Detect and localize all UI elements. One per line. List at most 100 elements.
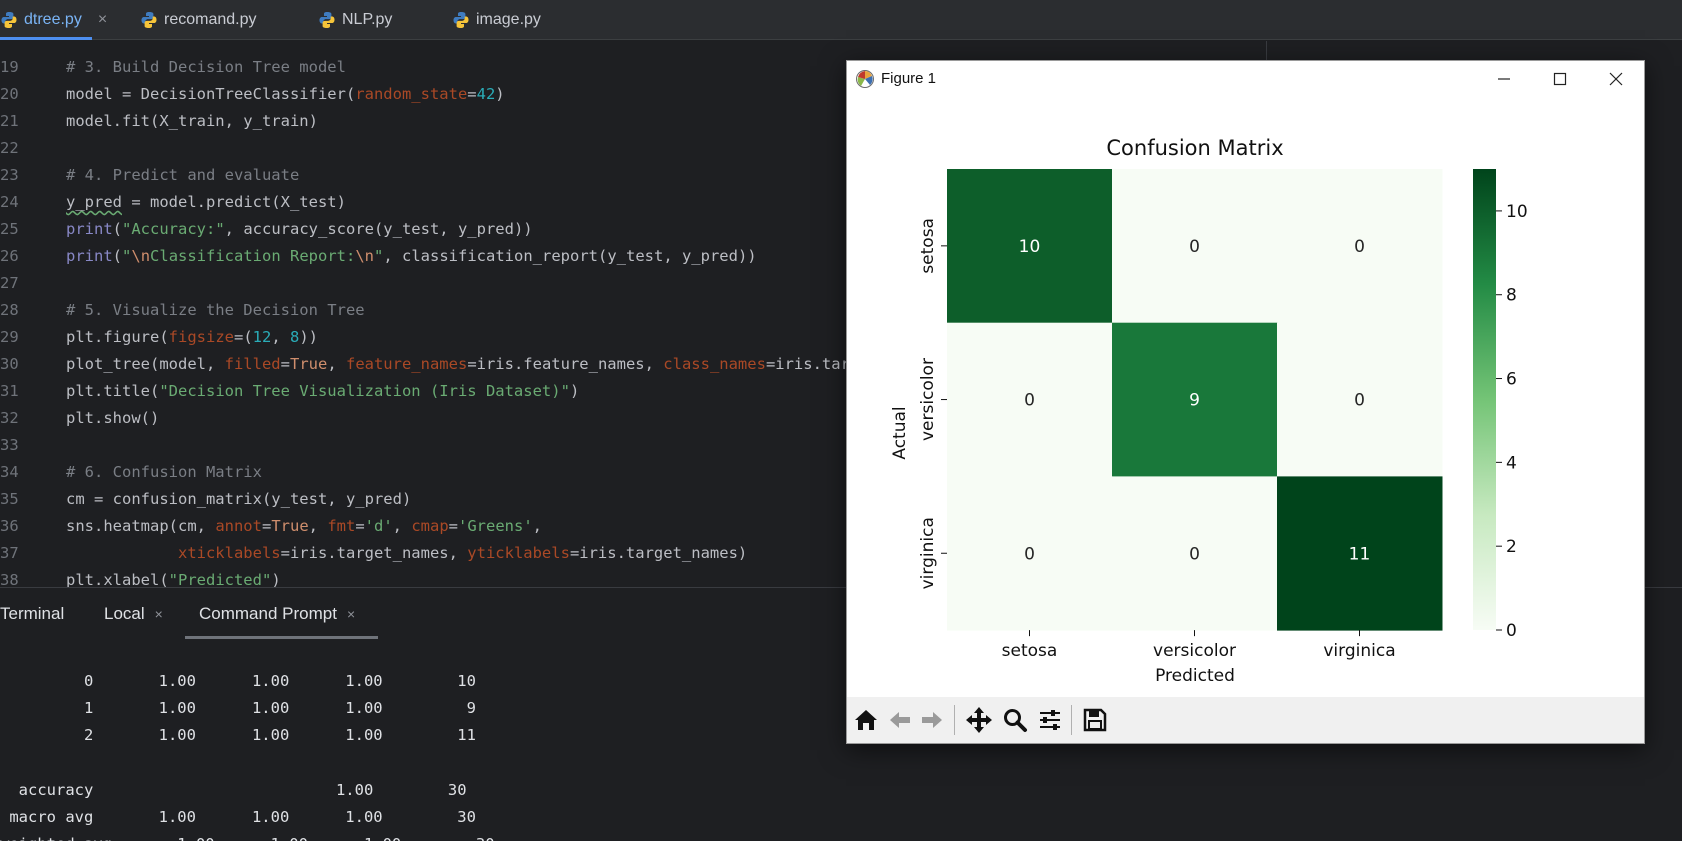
home-icon xyxy=(855,710,877,730)
pan-button[interactable] xyxy=(964,705,994,735)
code-text: ( xyxy=(112,247,123,265)
maximize-button[interactable] xyxy=(1532,61,1588,97)
terminal-output-line: accuracy 1.00 30 xyxy=(0,781,467,799)
line-number: 37 xyxy=(0,544,19,562)
code-text: plot_tree(model, xyxy=(66,355,225,373)
code-string: "Predicted" xyxy=(168,571,272,587)
minimize-button[interactable] xyxy=(1476,61,1532,97)
colorbar xyxy=(1473,169,1496,630)
colorbar-tick-label: 10 xyxy=(1506,202,1528,222)
code-param: figsize xyxy=(168,328,234,346)
chart-title: Confusion Matrix xyxy=(1106,136,1283,160)
cell-annotation: 0 xyxy=(1189,544,1200,564)
line-number: 34 xyxy=(0,463,19,481)
cell-annotation: 0 xyxy=(1354,391,1365,411)
tab-label: dtree.py xyxy=(24,11,82,28)
line-number: 22 xyxy=(0,139,19,157)
line-number: 20 xyxy=(0,85,19,103)
code-text: = xyxy=(261,517,272,535)
code-param: annot xyxy=(215,517,262,535)
x-axis-label: Predicted xyxy=(1155,666,1235,686)
configure-button[interactable] xyxy=(1035,705,1065,735)
code-text: =iris.feature_names, xyxy=(467,355,664,373)
save-button[interactable] xyxy=(1080,705,1110,735)
code-text: ) xyxy=(569,382,580,400)
y-tick-label: versicolor xyxy=(918,358,938,441)
code-text: ) xyxy=(271,571,281,587)
active-tab-indicator xyxy=(0,37,92,40)
close-icon xyxy=(1609,72,1623,86)
code-number: 12 xyxy=(252,328,272,346)
line-number: 30 xyxy=(0,355,19,373)
code-string: " xyxy=(374,247,384,265)
code-text: =iris.target_names) xyxy=(569,544,748,562)
tab-image-py[interactable]: image.py xyxy=(452,0,541,40)
code-builtin: print xyxy=(66,247,113,265)
tab-label: Local xyxy=(104,604,145,623)
tab-dtree-py[interactable]: dtree.py × xyxy=(0,0,107,40)
line-number: 25 xyxy=(0,220,19,238)
window-titlebar[interactable]: Figure 1 xyxy=(847,61,1644,97)
close-tab-icon[interactable]: × xyxy=(155,606,163,622)
line-number: 31 xyxy=(0,382,19,400)
tab-local[interactable]: Local × xyxy=(104,588,163,640)
tab-nlp-py[interactable]: NLP.py xyxy=(318,0,392,40)
code-param: class_names xyxy=(663,355,766,373)
code-text: y_pred xyxy=(66,193,122,211)
confusion-matrix-heatmap: Confusion Matrix 10 0 0 0 9 0 0 0 11 setosa versi… xyxy=(890,136,1528,686)
code-text: = xyxy=(355,517,365,535)
colorbar-tick-label: 0 xyxy=(1506,621,1517,641)
terminal-output-line: 1 1.00 1.00 1.00 9 xyxy=(0,699,476,717)
code-text: , xyxy=(308,517,328,535)
line-number: 29 xyxy=(0,328,19,346)
line-number: 28 xyxy=(0,301,19,319)
line-number: 32 xyxy=(0,409,19,427)
cell-annotation: 0 xyxy=(1354,237,1365,257)
code-param: fmt xyxy=(327,517,356,535)
code-builtin: print xyxy=(66,220,113,238)
cell-annotation: 11 xyxy=(1349,544,1371,564)
y-tick-label: setosa xyxy=(918,218,938,274)
code-text: , classification_report(y_test, y_pred)) xyxy=(383,247,757,265)
code-text: plt.xlabel( xyxy=(66,571,169,587)
code-text: =iris.target_names, xyxy=(280,544,468,562)
cell-annotation: 0 xyxy=(1024,544,1035,564)
code-param: cmap xyxy=(411,517,449,535)
colorbar-ticks: 0 2 4 6 8 10 xyxy=(1496,202,1528,641)
code-comment: # 5. Visualize the Decision Tree xyxy=(66,301,365,319)
forward-button[interactable] xyxy=(917,705,947,735)
colorbar-tick-label: 6 xyxy=(1506,370,1517,390)
line-number: 33 xyxy=(0,436,19,454)
code-string: 'd' xyxy=(364,517,393,535)
python-file-icon xyxy=(141,12,157,28)
close-window-button[interactable] xyxy=(1588,61,1644,97)
home-button[interactable] xyxy=(851,705,881,735)
close-tab-icon[interactable]: × xyxy=(347,606,355,622)
code-text: plt.show() xyxy=(66,409,160,427)
zoom-button[interactable] xyxy=(1000,705,1030,735)
code-text: , xyxy=(327,355,346,373)
maximize-icon xyxy=(1553,72,1567,86)
save-icon xyxy=(1083,708,1107,732)
back-button[interactable] xyxy=(885,705,915,735)
code-string: "Accuracy:" xyxy=(122,220,225,238)
line-number: 36 xyxy=(0,517,19,535)
editor-tab-bar: dtree.py × recomand.py NLP.py image.py xyxy=(0,0,1682,40)
tab-recomand-py[interactable]: recomand.py xyxy=(140,0,257,40)
terminal-output-line: 2 1.00 1.00 1.00 11 xyxy=(0,726,476,744)
figure-window[interactable]: Figure 1 Confusion Matrix 10 0 0 0 9 0 0 0 11 se… xyxy=(846,60,1645,744)
code-string: 'Greens' xyxy=(458,517,533,535)
code-text: )) xyxy=(299,328,319,346)
x-axis: setosa versicolor virginica xyxy=(1002,630,1396,661)
code-escape: \n xyxy=(355,247,375,265)
code-text: ) xyxy=(495,85,505,103)
line-number: 35 xyxy=(0,490,19,508)
terminal-output-line: weighted avg 1.00 1.00 1.00 30 xyxy=(0,831,600,841)
line-number: 38 xyxy=(0,571,19,587)
tab-label: NLP.py xyxy=(342,11,393,28)
back-icon xyxy=(890,712,910,728)
close-tab-icon[interactable]: × xyxy=(98,11,107,29)
code-number: 8 xyxy=(290,328,300,346)
tab-command-prompt[interactable]: Command Prompt × xyxy=(199,588,355,640)
